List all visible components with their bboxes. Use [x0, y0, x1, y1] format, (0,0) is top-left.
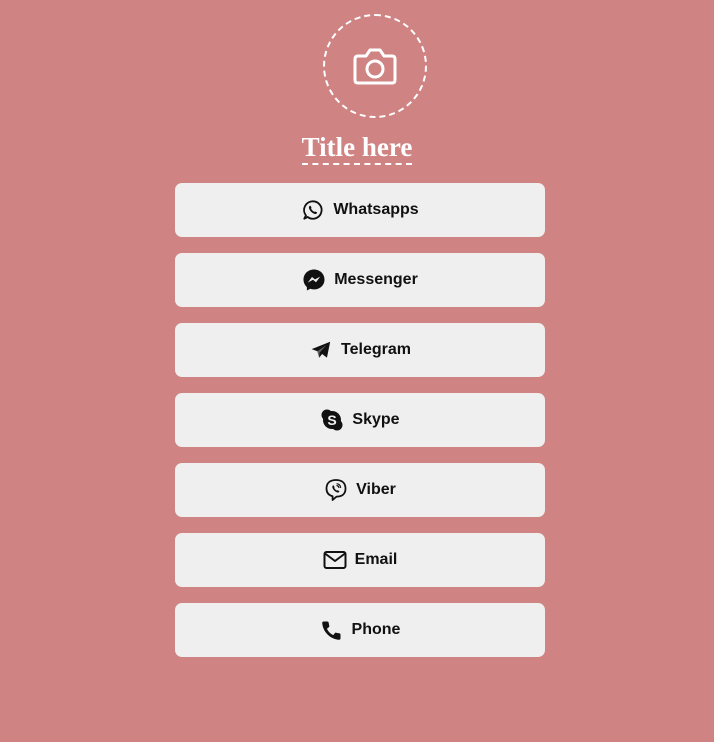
messenger-label: Messenger	[334, 271, 418, 288]
viber-button[interactable]: Viber	[175, 463, 545, 517]
telegram-label: Telegram	[341, 341, 411, 358]
whatsapp-icon	[301, 198, 325, 222]
phone-label: Phone	[351, 621, 401, 638]
skype-button[interactable]: S Skype	[175, 393, 545, 447]
telegram-button[interactable]: Telegram	[175, 323, 545, 377]
phone-button[interactable]: Phone	[175, 603, 545, 657]
email-icon	[323, 548, 347, 572]
camera-icon	[353, 48, 397, 85]
email-button[interactable]: Email	[175, 533, 545, 587]
skype-label: Skype	[352, 411, 400, 428]
svg-text:S: S	[328, 412, 337, 428]
whatsapp-button[interactable]: Whatsapps	[175, 183, 545, 237]
skype-icon: S	[320, 408, 344, 432]
viber-label: Viber	[356, 481, 396, 498]
messenger-icon	[302, 268, 326, 292]
page-title[interactable]: Title here	[301, 132, 413, 165]
messenger-button[interactable]: Messenger	[175, 253, 545, 307]
viber-icon	[324, 478, 348, 502]
telegram-icon	[309, 338, 333, 362]
avatar-upload[interactable]	[323, 14, 427, 118]
page-title-wrapper: Title here	[0, 132, 714, 165]
whatsapp-label: Whatsapps	[333, 201, 419, 218]
link-list: Whatsapps Messenger Telegram S Skype Vib…	[175, 183, 545, 673]
phone-icon	[320, 618, 344, 642]
email-label: Email	[354, 551, 398, 568]
